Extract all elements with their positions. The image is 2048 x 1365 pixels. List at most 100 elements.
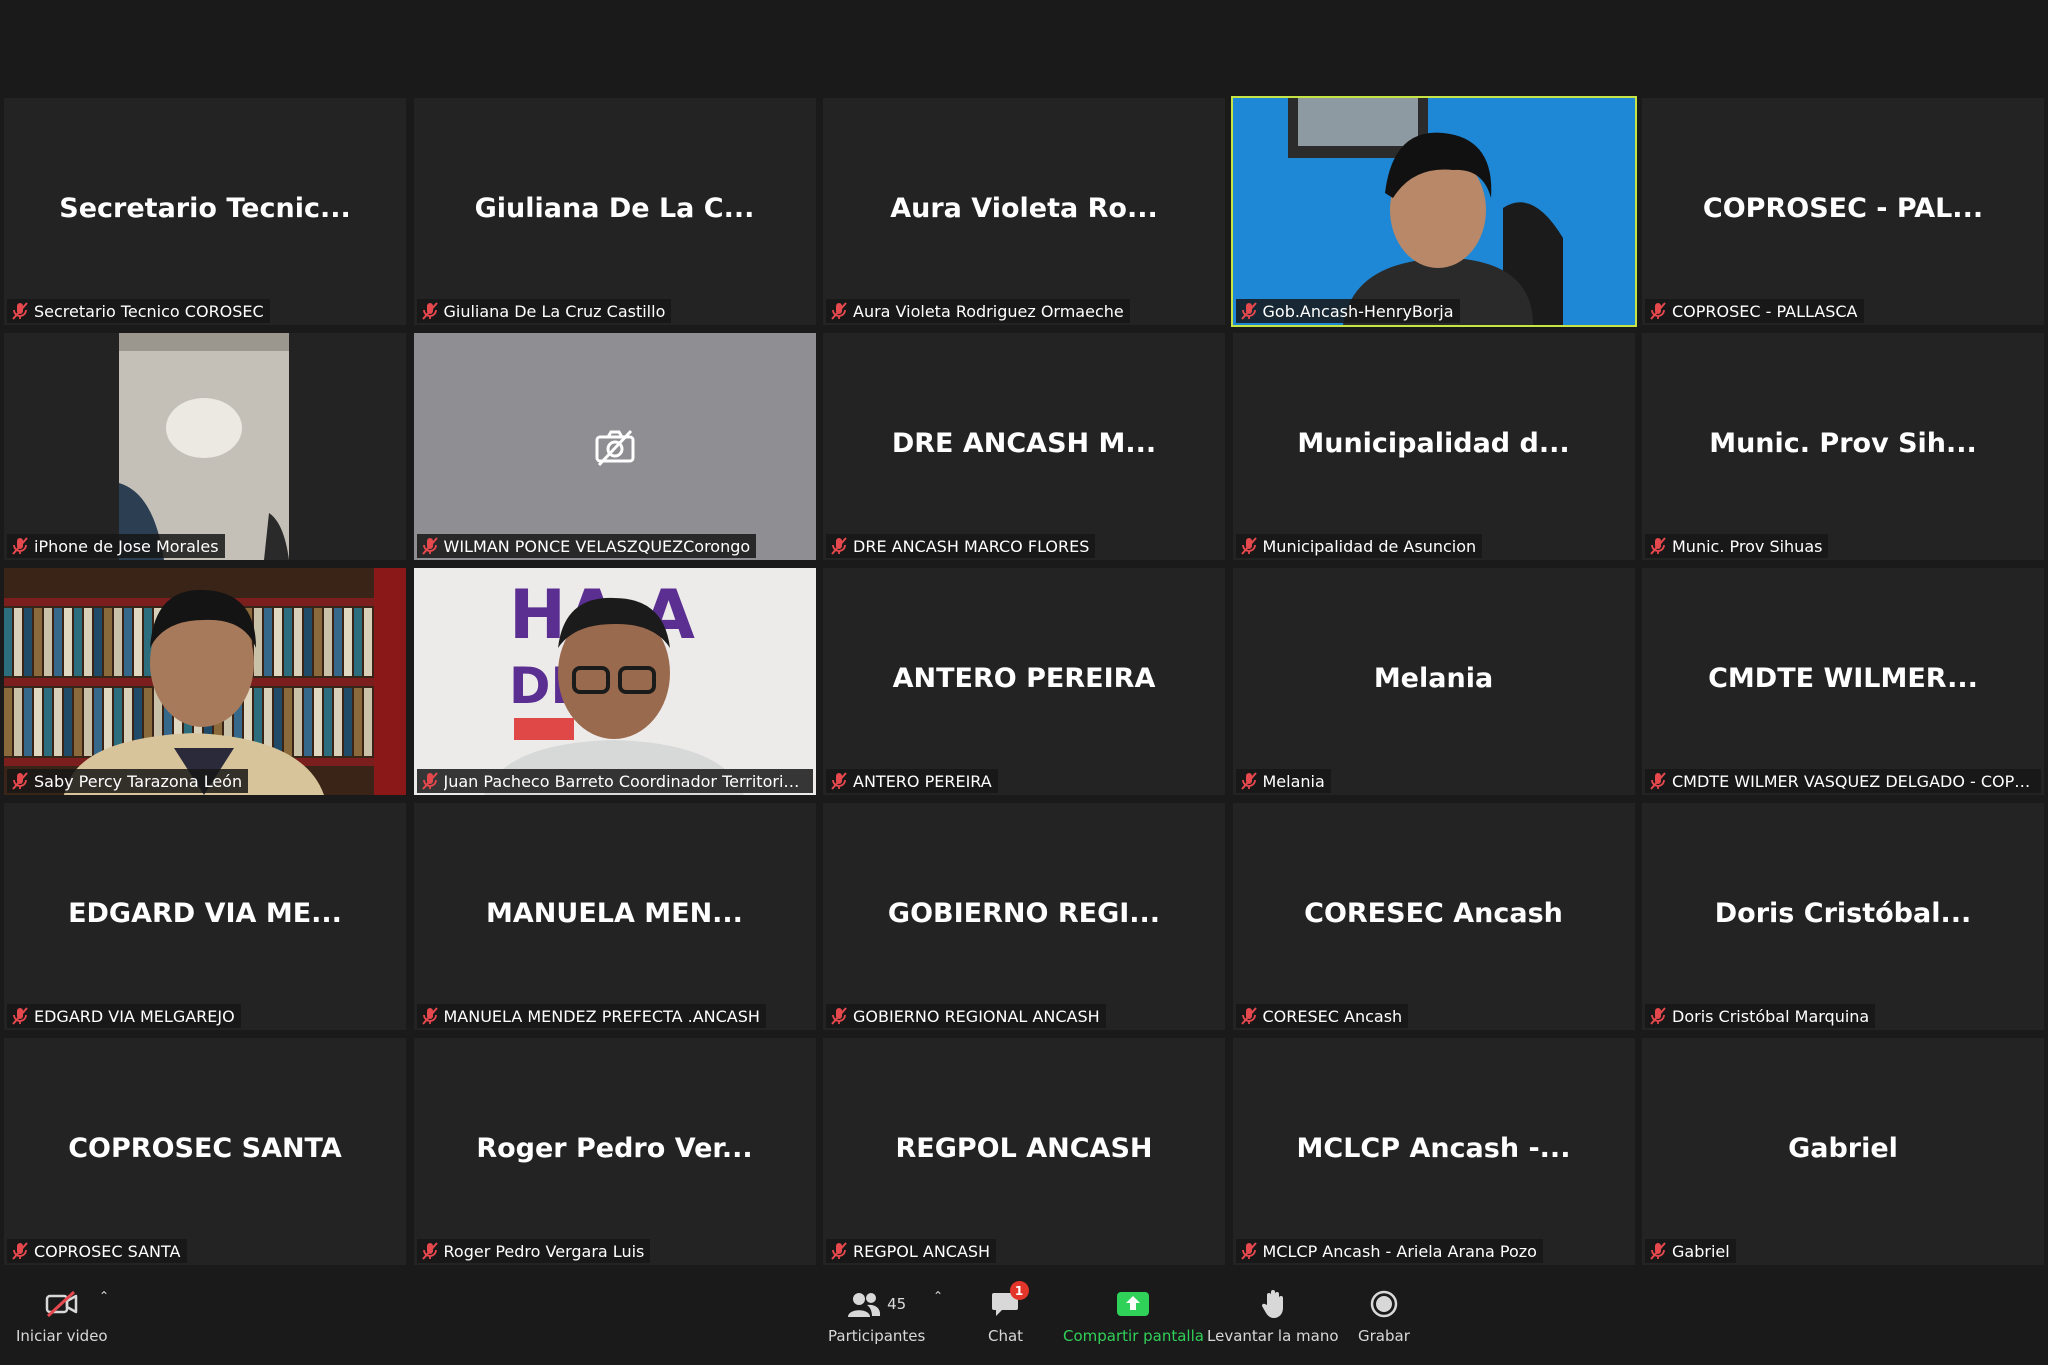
participant-tile[interactable]: ANTERO PEREIRA ANTERO PEREIRA	[823, 568, 1225, 795]
participant-tile[interactable]: COPROSEC SANTA COPROSEC SANTA	[4, 1038, 406, 1265]
participant-tile[interactable]: WILMAN PONCE VELASZQUEZCorongo	[413, 333, 816, 560]
participant-video-feed	[4, 568, 406, 795]
mic-muted-icon	[831, 537, 847, 555]
chat-label: Chat	[988, 1327, 1024, 1345]
participant-tile[interactable]: DRE ANCASH M... DRE ANCASH MARCO FLORES	[823, 333, 1225, 560]
mic-muted-icon	[1240, 1242, 1257, 1260]
participant-name-label: COPROSEC - PALLASCA	[1645, 299, 1864, 323]
participant-tile[interactable]: Giuliana De La C... Giuliana De La Cruz C…	[413, 98, 816, 325]
participant-name-label: Municipalidad de Asuncion	[1235, 534, 1483, 558]
participant-tile[interactable]: CMDTE WILMER... CMDTE WILMER VASQUEZ DELG…	[1642, 568, 2044, 795]
participant-name-text: Melania	[1262, 771, 1325, 791]
participant-tile[interactable]: Municipalidad d... Municipalidad de Asunc…	[1232, 333, 1635, 560]
participant-name-text: MANUELA MENDEZ PREFECTA .ANCASH	[443, 1006, 760, 1026]
participant-name-label: DRE ANCASH MARCO FLORES	[826, 534, 1096, 558]
participant-name-text: ANTERO PEREIRA	[853, 771, 992, 791]
video-off-icon	[44, 1287, 80, 1321]
participants-button[interactable]: 45 Participantes	[828, 1287, 925, 1345]
participant-name-text: iPhone de Jose Morales	[34, 536, 219, 556]
mic-muted-icon	[12, 1242, 28, 1260]
participant-name-label: Saby Percy Tarazona León	[7, 769, 249, 793]
participant-display-name: MANUELA MEN...	[486, 897, 743, 929]
raise-hand-icon	[1261, 1290, 1283, 1318]
participant-tile[interactable]: Gob.Ancash-HenryBorja	[1230, 96, 1637, 327]
participant-tile[interactable]: Munic. Prov Sih... Munic. Prov Sihuas	[1642, 333, 2044, 560]
mic-muted-icon	[1650, 1007, 1666, 1025]
participant-tile[interactable]: Secretario Tecnic... Secretario Tecnico C…	[4, 98, 406, 325]
participant-display-name: GOBIERNO REGI...	[887, 897, 1161, 929]
participant-name-text: Doris Cristóbal Marquina	[1672, 1006, 1870, 1026]
participant-name-label: Juan Pacheco Barreto Coordinador Territo…	[416, 769, 813, 793]
mic-muted-icon	[12, 537, 28, 555]
start-video-label: Iniciar video	[16, 1327, 108, 1345]
participant-display-name: CMDTE WILMER...	[1708, 662, 1978, 694]
participant-tile[interactable]: COPROSEC - PAL... COPROSEC - PALLASCA	[1642, 98, 2044, 325]
participant-name-label: Giuliana De La Cruz Castillo	[416, 299, 672, 323]
participant-tile[interactable]: Melania Melania	[1232, 568, 1635, 795]
participant-name-label: Secretario Tecnico COROSEC	[7, 299, 270, 323]
participant-tile[interactable]: Gabriel Gabriel	[1642, 1038, 2044, 1265]
participant-name-label: WILMAN PONCE VELASZQUEZCorongo	[416, 534, 757, 558]
share-screen-icon	[1117, 1292, 1150, 1316]
participant-tile[interactable]: Roger Pedro Ver... Roger Pedro Vergara Lu…	[413, 1038, 816, 1265]
participant-name-text: EDGARD VIA MELGAREJO	[34, 1006, 235, 1026]
participant-name-text: Municipalidad de Asuncion	[1262, 536, 1477, 556]
participant-display-name: CORESEC Ancash	[1304, 897, 1563, 929]
mic-muted-icon	[1240, 302, 1257, 320]
participant-tile[interactable]: iPhone de Jose Morales	[4, 333, 406, 560]
mic-muted-icon	[831, 1242, 847, 1260]
participant-name-text: Giuliana De La Cruz Castillo	[443, 301, 666, 321]
participant-name-label: ANTERO PEREIRA	[826, 769, 998, 793]
participant-tile[interactable]: EDGARD VIA ME... EDGARD VIA MELGAREJO	[4, 803, 406, 1030]
participants-count: 45	[887, 1295, 907, 1313]
participants-label: Participantes	[828, 1327, 926, 1345]
start-video-button[interactable]: Iniciar video	[16, 1287, 108, 1345]
participant-tile[interactable]: MCLCP Ancash -... MCLCP Ancash - Ariela A…	[1232, 1038, 1635, 1265]
video-options-caret[interactable]: ⌃	[99, 1289, 109, 1303]
participant-tile[interactable]: Doris Cristóbal... Doris Cristóbal Marqui…	[1642, 803, 2044, 1030]
mic-muted-icon	[1650, 772, 1666, 790]
participants-options-caret[interactable]: ⌃	[933, 1289, 943, 1303]
mic-muted-icon	[12, 772, 28, 790]
participant-video-feed	[4, 333, 406, 560]
participant-tile[interactable]: Aura Violeta Ro... Aura Violeta Rodriguez…	[823, 98, 1225, 325]
participant-name-text: Secretario Tecnico COROSEC	[34, 301, 264, 321]
participant-name-label: Roger Pedro Vergara Luis	[416, 1239, 651, 1263]
mic-muted-icon	[831, 772, 847, 790]
raise-hand-button[interactable]: Levantar la mano	[1207, 1287, 1339, 1345]
participant-name-label: Melania	[1235, 769, 1331, 793]
mic-muted-icon	[831, 302, 847, 320]
participant-tile[interactable]: CORESEC Ancash CORESEC Ancash	[1232, 803, 1635, 1030]
participant-display-name: Munic. Prov Sih...	[1709, 427, 1977, 459]
chat-button[interactable]: 1 Chat	[988, 1281, 1029, 1345]
participant-tile[interactable]: MANUELA MEN... MANUELA MENDEZ PREFECTA .A…	[413, 803, 816, 1030]
participant-tile[interactable]: REGPOL ANCASH REGPOL ANCASH	[823, 1038, 1225, 1265]
mic-muted-icon	[421, 302, 438, 320]
participant-name-text: CMDTE WILMER VASQUEZ DELGADO - COPROSE..…	[1672, 771, 2035, 791]
top-bar	[0, 0, 2048, 98]
participant-tile[interactable]: HA ADIF AJuan Pacheco Barreto Coordinado…	[413, 568, 816, 795]
participant-name-label: COPROSEC SANTA	[7, 1239, 187, 1263]
participant-video-feed: HA ADIF A	[413, 568, 816, 795]
camera-off-icon	[593, 425, 637, 469]
participant-display-name: MCLCP Ancash -...	[1296, 1132, 1571, 1164]
participant-display-name: ANTERO PEREIRA	[892, 662, 1156, 694]
mic-muted-icon	[421, 537, 438, 555]
participant-tile[interactable]: GOBIERNO REGI... GOBIERNO REGIONAL ANCASH	[823, 803, 1225, 1030]
participant-name-text: Roger Pedro Vergara Luis	[443, 1241, 645, 1261]
participant-name-label: GOBIERNO REGIONAL ANCASH	[826, 1004, 1106, 1028]
mic-muted-icon	[1650, 1242, 1666, 1260]
participant-display-name: EDGARD VIA ME...	[68, 897, 342, 929]
participant-name-text: Munic. Prov Sihuas	[1672, 536, 1823, 556]
participant-name-text: DRE ANCASH MARCO FLORES	[853, 536, 1090, 556]
record-button[interactable]: Grabar	[1358, 1287, 1410, 1345]
participant-name-text: GOBIERNO REGIONAL ANCASH	[853, 1006, 1100, 1026]
mic-muted-icon	[421, 1007, 438, 1025]
participant-tile[interactable]: Saby Percy Tarazona León	[4, 568, 406, 795]
participant-name-text: COPROSEC SANTA	[34, 1241, 181, 1261]
participant-name-label: REGPOL ANCASH	[826, 1239, 997, 1263]
participant-display-name: REGPOL ANCASH	[895, 1132, 1153, 1164]
mic-muted-icon	[421, 1242, 438, 1260]
participant-name-label: iPhone de Jose Morales	[7, 534, 225, 558]
share-screen-button[interactable]: Compartir pantalla	[1063, 1287, 1204, 1345]
